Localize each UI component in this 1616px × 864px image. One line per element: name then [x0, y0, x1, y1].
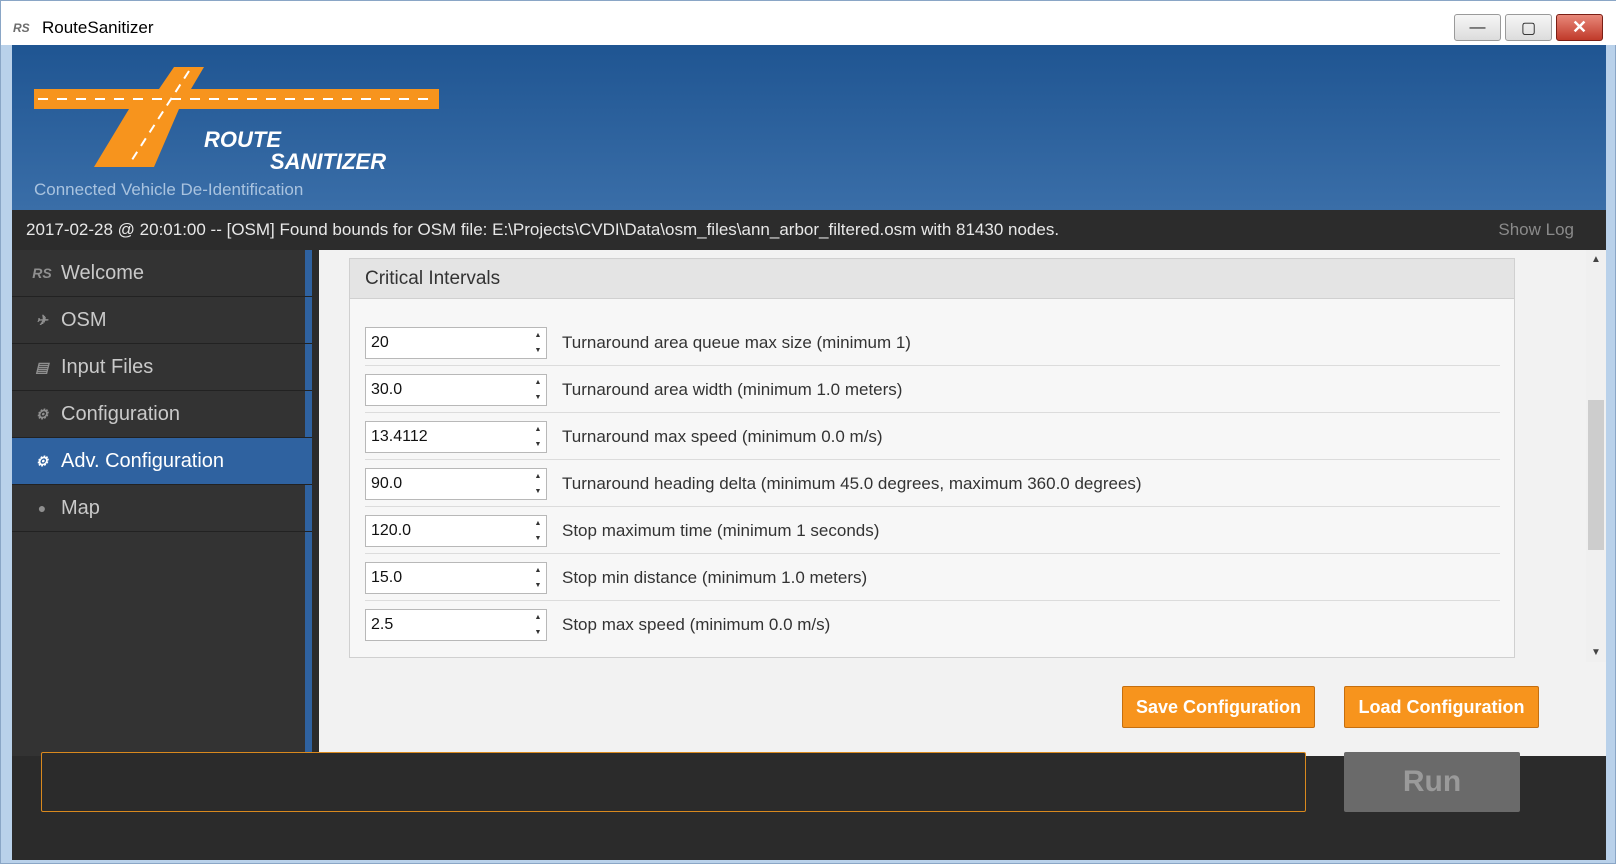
window-title: RouteSanitizer: [42, 18, 154, 37]
status-bar: 2017-02-28 @ 20:01:00 -- [OSM] Found bou…: [12, 210, 1606, 250]
panel-title: Critical Intervals: [350, 259, 1514, 299]
spin-down-icon[interactable]: ▼: [530, 625, 546, 640]
number-spinner[interactable]: ▲▼: [365, 374, 547, 406]
title-bar: RS RouteSanitizer — ▢ ✕: [1, 1, 1616, 45]
app-icon: RS: [13, 21, 30, 35]
show-log-link[interactable]: Show Log: [1498, 220, 1574, 240]
setting-row: ▲▼ Stop min distance (minimum 1.0 meters…: [365, 554, 1500, 601]
route-sanitizer-logo: ROUTE SANITIZER: [34, 67, 439, 174]
spin-down-icon[interactable]: ▼: [530, 484, 546, 499]
sidebar-item-map[interactable]: ● Map: [12, 485, 312, 532]
spin-down-icon[interactable]: ▼: [530, 390, 546, 405]
sidebar-item-input-files[interactable]: ▤ Input Files: [12, 344, 312, 391]
setting-row: ▲▼ Turnaround area width (minimum 1.0 me…: [365, 366, 1500, 413]
value-input[interactable]: [366, 422, 528, 452]
spin-up-icon[interactable]: ▲: [530, 563, 546, 578]
setting-label: Stop max speed (minimum 0.0 m/s): [562, 615, 831, 634]
scroll-down-icon[interactable]: ▼: [1591, 647, 1601, 658]
app-window: RS RouteSanitizer — ▢ ✕ ROUTE SANITIZER …: [0, 0, 1616, 864]
scroll-area: Critical Intervals ▲▼ Turnaround area qu…: [319, 250, 1586, 662]
spin-up-icon[interactable]: ▲: [530, 375, 546, 390]
setting-label: Turnaround area queue max size (minimum …: [562, 333, 911, 352]
run-button[interactable]: Run: [1344, 752, 1520, 812]
setting-label: Stop min distance (minimum 1.0 meters): [562, 568, 868, 587]
save-configuration-button[interactable]: Save Configuration: [1122, 686, 1315, 728]
value-input[interactable]: [366, 375, 528, 405]
number-spinner[interactable]: ▲▼: [365, 562, 547, 594]
value-input[interactable]: [366, 469, 528, 499]
rs-icon: RS: [32, 265, 52, 281]
sidebar-item-configuration[interactable]: ⚙ Configuration: [12, 391, 312, 438]
command-input[interactable]: [41, 752, 1306, 812]
gear-icon: ⚙: [35, 405, 49, 422]
spin-down-icon[interactable]: ▼: [530, 531, 546, 546]
spin-up-icon[interactable]: ▲: [530, 516, 546, 531]
value-input[interactable]: [366, 516, 528, 546]
sidebar-item-label: Input Files: [61, 355, 154, 378]
spin-up-icon[interactable]: ▲: [530, 469, 546, 484]
maximize-button[interactable]: ▢: [1505, 14, 1552, 41]
setting-label: Stop maximum time (minimum 1 seconds): [562, 521, 880, 540]
spin-up-icon[interactable]: ▲: [530, 422, 546, 437]
gear-icon: ⚙: [35, 452, 49, 469]
file-icon: ▤: [35, 358, 49, 375]
sidebar-item-label: Welcome: [61, 261, 144, 284]
setting-row: ▲▼ Stop maximum time (minimum 1 seconds): [365, 507, 1500, 554]
app-header: ROUTE SANITIZER Connected Vehicle De-Ide…: [12, 45, 1606, 210]
setting-label: Turnaround heading delta (minimum 45.0 d…: [562, 474, 1142, 493]
load-configuration-button[interactable]: Load Configuration: [1344, 686, 1539, 728]
status-message: 2017-02-28 @ 20:01:00 -- [OSM] Found bou…: [26, 220, 1060, 239]
spin-down-icon[interactable]: ▼: [530, 343, 546, 358]
number-spinner[interactable]: ▲▼: [365, 327, 547, 359]
sidebar-item-label: Configuration: [61, 402, 180, 425]
scroll-thumb[interactable]: [1588, 400, 1604, 550]
sidebar-item-adv-configuration[interactable]: ⚙ Adv. Configuration: [12, 438, 312, 485]
number-spinner[interactable]: ▲▼: [365, 468, 547, 500]
scroll-up-icon[interactable]: ▲: [1591, 254, 1601, 265]
minimize-button[interactable]: —: [1454, 14, 1501, 41]
number-spinner[interactable]: ▲▼: [365, 421, 547, 453]
sidebar-item-welcome[interactable]: RS Welcome: [12, 250, 312, 297]
vertical-scrollbar[interactable]: ▲ ▼: [1586, 250, 1606, 662]
number-spinner[interactable]: ▲▼: [365, 609, 547, 641]
setting-label: Turnaround area width (minimum 1.0 meter…: [562, 380, 903, 399]
sidebar-item-label: Adv. Configuration: [61, 449, 225, 472]
setting-row: ▲▼ Turnaround heading delta (minimum 45.…: [365, 460, 1500, 507]
client-area: ROUTE SANITIZER Connected Vehicle De-Ide…: [12, 45, 1606, 860]
spin-up-icon[interactable]: ▲: [530, 610, 546, 625]
value-input[interactable]: [366, 610, 528, 640]
value-input[interactable]: [366, 563, 528, 593]
tagline: Connected Vehicle De-Identification: [34, 180, 304, 199]
setting-row: ▲▼ Stop max speed (minimum 0.0 m/s): [365, 601, 1500, 648]
map-marker-icon: ●: [37, 500, 47, 516]
close-button[interactable]: ✕: [1556, 14, 1603, 41]
value-input[interactable]: [366, 328, 528, 358]
sidebar-item-osm[interactable]: ✈ OSM: [12, 297, 312, 344]
satellite-icon: ✈: [36, 311, 48, 328]
spin-down-icon[interactable]: ▼: [530, 578, 546, 593]
setting-row: ▲▼ Turnaround area queue max size (minim…: [365, 319, 1500, 366]
sidebar-item-label: OSM: [61, 308, 107, 331]
sidebar-nav: RS Welcome ✈ OSM ▤ Input Files ⚙ Configu…: [12, 250, 312, 756]
number-spinner[interactable]: ▲▼: [365, 515, 547, 547]
critical-intervals-panel: Critical Intervals ▲▼ Turnaround area qu…: [349, 258, 1515, 658]
sidebar-item-label: Map: [61, 496, 100, 519]
spin-down-icon[interactable]: ▼: [530, 437, 546, 452]
setting-row: ▲▼ Turnaround max speed (minimum 0.0 m/s…: [365, 413, 1500, 460]
setting-label: Turnaround max speed (minimum 0.0 m/s): [562, 427, 883, 446]
spin-up-icon[interactable]: ▲: [530, 328, 546, 343]
logo-text-sanitizer: SANITIZER: [270, 149, 386, 174]
main-content: Critical Intervals ▲▼ Turnaround area qu…: [319, 250, 1606, 756]
